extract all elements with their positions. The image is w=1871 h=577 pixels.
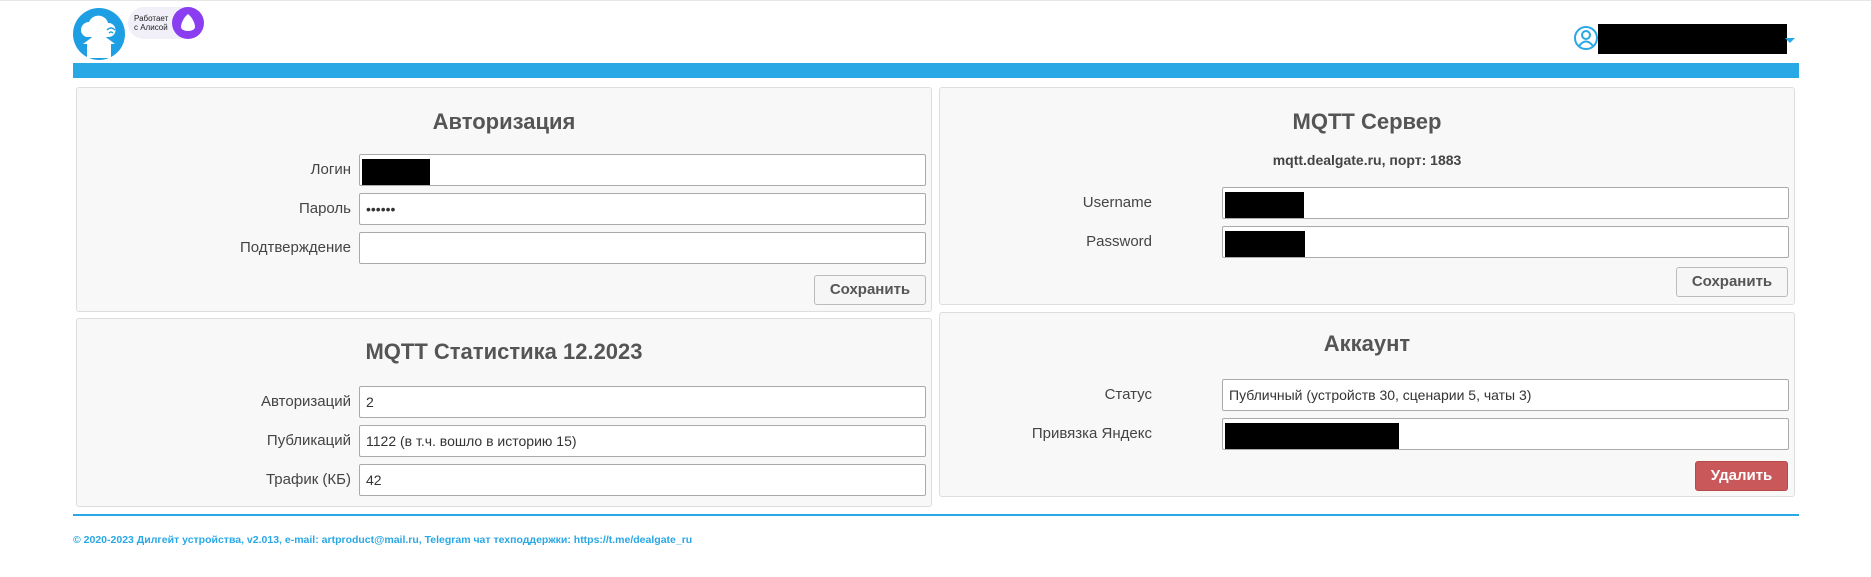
alice-badge-line2: с Алисой: [134, 23, 168, 32]
account-title: Аккаунт: [1323, 331, 1411, 356]
account-panel: Аккаунт Статус Публичный (устройств 30, …: [939, 312, 1795, 497]
publications-label: Публикаций: [266, 432, 351, 449]
login-label: Логин: [310, 161, 351, 178]
mqtt-password-field[interactable]: [1222, 226, 1789, 258]
auth-count-field[interactable]: 2: [359, 386, 926, 418]
mqtt-server-panel: MQTT Сервер mqtt.dealgate.ru, порт: 1883…: [939, 87, 1795, 305]
auth-save-button[interactable]: Сохранить: [814, 275, 926, 305]
mqtt-server-title: MQTT Сервер: [1292, 109, 1442, 134]
footer-divider: [73, 514, 1799, 516]
top-border: [0, 0, 1871, 1]
alice-badge-line1: Работает: [134, 14, 169, 23]
status-field[interactable]: Публичный (устройств 30, сценарии 5, чат…: [1222, 379, 1789, 411]
user-name-redacted[interactable]: user: [1598, 24, 1787, 54]
user-menu[interactable]: user: [1574, 24, 1796, 54]
traffic-label: Трафик (КБ): [265, 471, 351, 488]
footer-copyright[interactable]: © 2020-2023 Дилгейт устройства, v2.013, …: [73, 534, 692, 546]
traffic-field[interactable]: 42: [359, 464, 926, 496]
login-redacted: [362, 158, 430, 185]
mqtt-password-redacted: [1225, 230, 1305, 257]
header-bar: [73, 63, 1799, 78]
login-field[interactable]: [359, 154, 926, 186]
confirm-label: Подтверждение: [239, 239, 351, 256]
auth-count-label: Авторизаций: [261, 393, 351, 410]
password-label: Пароль: [298, 200, 351, 217]
yandex-link-label: Привязка Яндекс: [1031, 425, 1152, 442]
mqtt-username-label: Username: [1082, 194, 1152, 211]
yandex-link-field[interactable]: [1222, 418, 1789, 450]
dealgate-home-logo-icon[interactable]: [73, 8, 125, 60]
auth-panel-title: Авторизация: [432, 109, 576, 134]
mqtt-server-address: mqtt.dealgate.ru, порт: 1883: [1272, 152, 1462, 168]
mqtt-username-redacted: [1225, 191, 1304, 218]
password-field[interactable]: ••••••: [359, 193, 926, 225]
user-avatar-icon: [1574, 26, 1598, 50]
auth-panel: Авторизация Логин Пароль •••••• Подтверж…: [76, 87, 932, 312]
delete-account-button[interactable]: Удалить: [1695, 461, 1788, 491]
mqtt-stats-title: MQTT Статистика 12.2023: [365, 339, 643, 364]
mqtt-username-field[interactable]: [1222, 187, 1789, 219]
chevron-down-icon[interactable]: [1785, 38, 1795, 43]
mqtt-stats-panel: MQTT Статистика 12.2023 Авторизаций 2 Пу…: [76, 318, 932, 507]
status-label: Статус: [1104, 386, 1152, 403]
yandex-link-redacted: [1225, 422, 1399, 449]
confirm-password-field[interactable]: [359, 232, 926, 264]
mqtt-save-button[interactable]: Сохранить: [1676, 267, 1788, 297]
works-with-alice-badge[interactable]: Работает с Алисой: [128, 7, 205, 39]
alice-logo-icon: [172, 7, 205, 39]
publications-field[interactable]: 1122 (в т.ч. вошло в историю 15): [359, 425, 926, 457]
mqtt-password-label: Password: [1086, 233, 1152, 250]
